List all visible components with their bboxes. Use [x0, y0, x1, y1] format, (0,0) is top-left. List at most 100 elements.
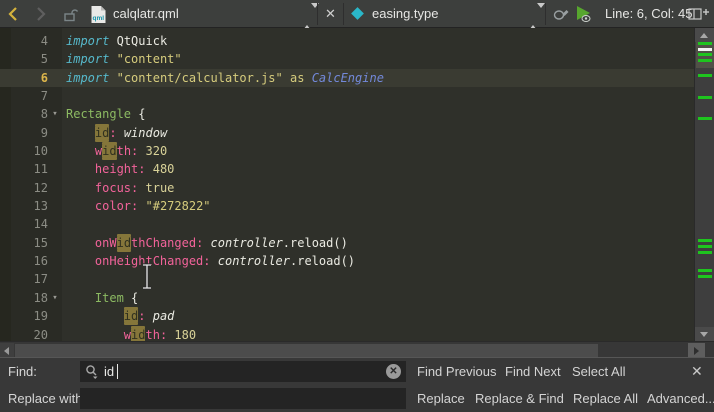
code-line[interactable]: 20 width: 180 — [0, 326, 694, 342]
replace-input-box[interactable] — [80, 388, 406, 409]
code-line[interactable]: 13 color: "#272822" — [0, 197, 694, 215]
code-text: color: "#272822" — [62, 197, 211, 215]
code-token: th — [117, 144, 131, 158]
code-line[interactable]: 5import "content" — [0, 50, 694, 68]
code-text: onWidthChanged: controller.reload() — [62, 234, 348, 252]
find-replace-panel: Find: ✕ Find Previous Find Next Select All… — [0, 357, 714, 412]
fold-column — [48, 197, 62, 215]
code-token: color — [95, 199, 131, 213]
line-number: 19 — [0, 307, 48, 325]
code-token — [145, 309, 152, 323]
select-all-button[interactable]: Select All — [572, 358, 625, 385]
code-line[interactable]: 18▾ Item { — [0, 289, 694, 307]
line-number: 16 — [0, 252, 48, 270]
line-number: 13 — [0, 197, 48, 215]
code-token: onHeightChanged — [95, 254, 203, 268]
fold-column — [48, 252, 62, 270]
fold-column — [48, 215, 62, 233]
code-token — [66, 181, 95, 195]
code-line[interactable]: 11 height: 480 — [0, 160, 694, 178]
code-line[interactable]: 19 id: pad — [0, 307, 694, 325]
scroll-left-button[interactable] — [0, 343, 14, 358]
qml-preview-icon[interactable] — [575, 5, 595, 23]
replace-button[interactable]: Replace — [417, 385, 465, 412]
code-token: onW — [95, 236, 117, 250]
code-token — [109, 52, 116, 66]
code-token: import — [66, 34, 109, 48]
forward-button[interactable] — [35, 6, 47, 22]
code-token: focus — [95, 181, 131, 195]
find-input[interactable] — [104, 361, 374, 382]
scroll-up-button[interactable] — [695, 28, 714, 42]
code-editor[interactable]: 4import QtQuick5import "content"6import … — [0, 28, 694, 341]
open-document-name[interactable]: calqlatr.qml — [113, 0, 179, 28]
code-token: thChanged — [131, 236, 196, 250]
lock-icon[interactable] — [62, 6, 80, 23]
symbol-property-icon — [351, 7, 364, 20]
find-label: Find: — [8, 358, 37, 385]
qml-file-icon: qml — [90, 5, 107, 24]
current-line-marker — [698, 48, 712, 51]
replace-find-button[interactable]: Replace & Find — [475, 385, 564, 412]
line-number: 9 — [0, 124, 48, 142]
code-text: width: 320 — [62, 142, 167, 160]
find-previous-button[interactable]: Find Previous — [417, 358, 496, 385]
fold-column — [48, 124, 62, 142]
code-token — [304, 71, 311, 85]
code-line[interactable]: 14 — [0, 215, 694, 233]
current-symbol-name[interactable]: easing.type — [372, 0, 439, 28]
close-find-panel-button[interactable]: ✕ — [691, 358, 703, 385]
find-next-button[interactable]: Find Next — [505, 358, 561, 385]
document-dropdown-button[interactable] — [303, 8, 312, 20]
code-line[interactable]: 10 width: 320 — [0, 142, 694, 160]
code-token: : — [138, 162, 145, 176]
code-token: window — [124, 126, 167, 140]
symbol-dropdown-button[interactable] — [529, 8, 538, 20]
fold-marker-icon[interactable]: ▾ — [48, 105, 62, 123]
line-number: 6 — [0, 69, 48, 87]
code-token: Item — [95, 291, 124, 305]
horizontal-scrollbar[interactable] — [0, 341, 714, 357]
code-line[interactable]: 12 focus: true — [0, 179, 694, 197]
code-line[interactable]: 9 id: window — [0, 124, 694, 142]
replace-all-button[interactable]: Replace All — [573, 385, 638, 412]
code-line[interactable]: 16 onHeightChanged: controller.reload() — [0, 252, 694, 270]
search-icon[interactable] — [85, 364, 101, 380]
search-match-marker — [698, 245, 712, 248]
find-input-box[interactable]: ✕ — [80, 361, 406, 382]
line-number: 8 — [0, 105, 48, 123]
fold-column — [48, 160, 62, 178]
code-token — [211, 254, 218, 268]
advanced-button[interactable]: Advanced... — [647, 385, 714, 412]
split-editor-button[interactable] — [688, 7, 710, 21]
code-line[interactable]: 17 — [0, 270, 694, 288]
scroll-down-button[interactable] — [695, 327, 714, 341]
vertical-scrollbar[interactable] — [694, 28, 714, 341]
replace-input[interactable] — [86, 388, 356, 409]
back-button[interactable] — [7, 6, 19, 22]
horizontal-scrollbar-thumb[interactable] — [15, 344, 598, 357]
code-text: width: 180 — [62, 326, 196, 342]
code-token — [146, 162, 153, 176]
close-document-button[interactable]: ✕ — [325, 0, 336, 28]
search-match-marker — [698, 96, 712, 99]
fold-column — [48, 307, 62, 325]
code-line[interactable]: 15 onWidthChanged: controller.reload() — [0, 234, 694, 252]
code-line[interactable]: 6import "content/calculator.js" as CalcE… — [0, 69, 694, 87]
code-line[interactable]: 8▾Rectangle { — [0, 105, 694, 123]
find-row: Find: ✕ Find Previous Find Next Select All… — [0, 358, 714, 385]
code-line[interactable]: 7 — [0, 87, 694, 105]
scroll-right-button[interactable] — [688, 343, 705, 358]
code-token: height — [95, 162, 138, 176]
code-token: .reload() — [283, 236, 348, 250]
fold-marker-icon[interactable]: ▾ — [48, 289, 62, 307]
code-token — [138, 181, 145, 195]
code-token — [66, 236, 95, 250]
clear-search-icon[interactable]: ✕ — [386, 364, 401, 379]
annotation-icon[interactable] — [552, 5, 572, 23]
code-lines: 4import QtQuick5import "content"6import … — [0, 32, 694, 341]
code-token — [66, 309, 124, 323]
code-text — [62, 270, 66, 288]
code-line[interactable]: 4import QtQuick — [0, 32, 694, 50]
search-match-highlight: id — [95, 126, 109, 140]
